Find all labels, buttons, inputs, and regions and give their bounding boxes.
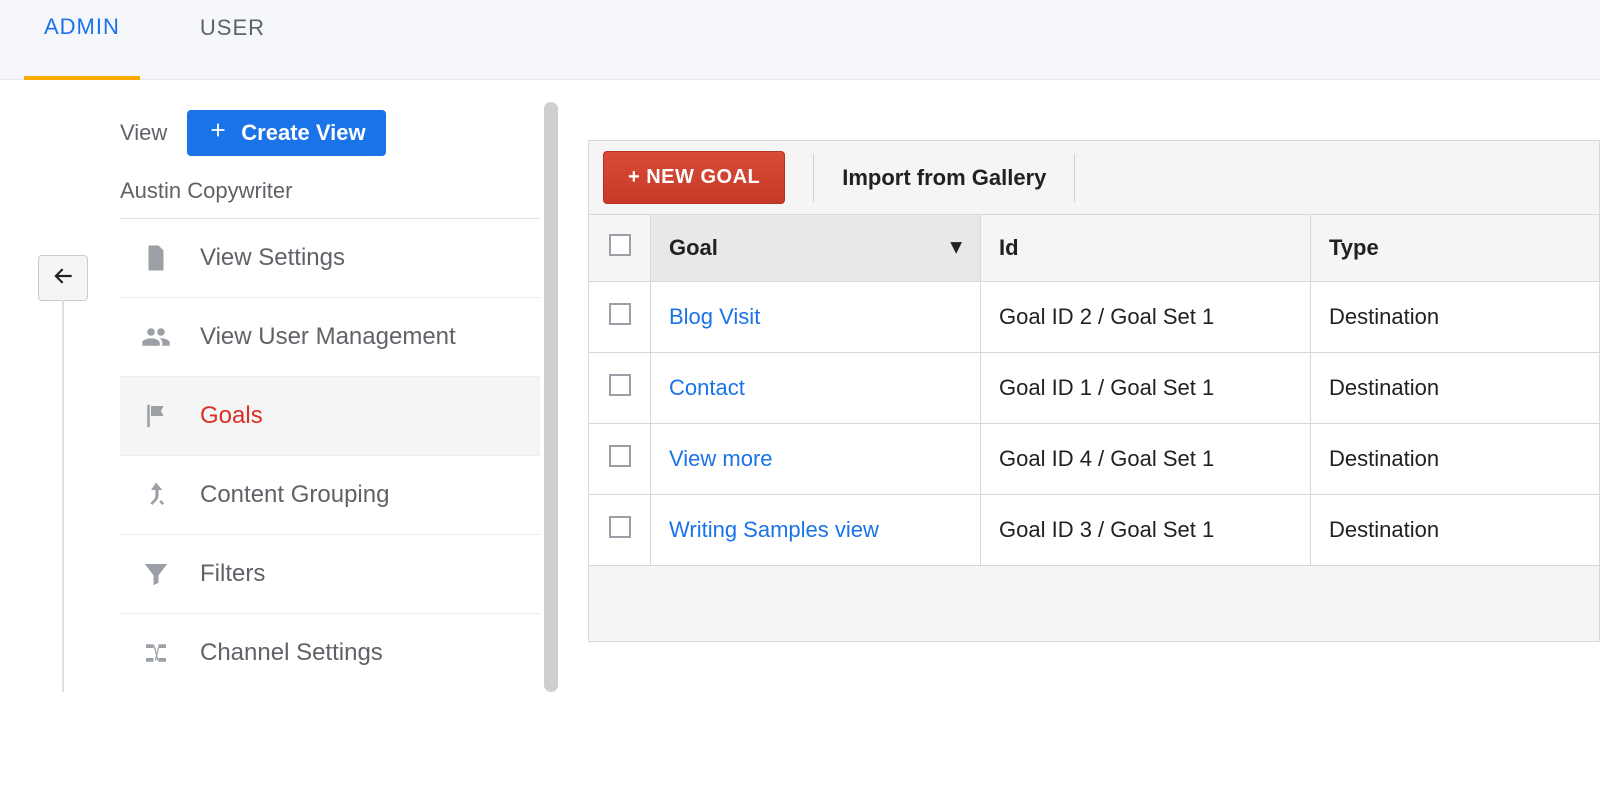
table-row: Blog Visit Goal ID 2 / Goal Set 1Destinat… [589,282,1600,353]
tab-admin[interactable]: ADMIN [24,0,140,80]
row-goal-cell: Blog Visit [651,282,981,353]
back-button[interactable] [38,255,88,301]
row-id-cell: Goal ID 4 / Goal Set 1 [981,424,1311,495]
goal-link[interactable]: Writing Samples view [669,517,879,542]
layout: View Create View Austin Copywriter View … [0,80,1600,692]
row-checkbox[interactable] [609,445,631,467]
sidebar-item-label: View User Management [200,323,456,351]
tab-user[interactable]: USER [180,0,285,79]
sidebar-item-filters[interactable]: Filters [120,535,540,614]
row-checkbox[interactable] [609,516,631,538]
view-row: View Create View [120,110,540,156]
sidebar-nav: View Settings View User Management Goals… [120,219,540,692]
sidebar-item-label: Channel Settings [200,639,383,667]
row-checkbox[interactable] [609,303,631,325]
sidebar-item-goals[interactable]: Goals [120,377,540,456]
sidebar-item-view-settings[interactable]: View Settings [120,219,540,298]
main-content: + NEW GOAL Import from Gallery Goal ▼ Id… [564,80,1600,692]
row-goal-cell: Writing Samples view [651,495,981,566]
table-row: View more Goal ID 4 / Goal Set 1Destinati… [589,424,1600,495]
row-type-cell: Destination [1311,353,1600,424]
scroll-thumb[interactable] [544,102,558,692]
sidebar-item-label: Content Grouping [200,481,389,509]
row-select-cell [589,353,651,424]
goal-link[interactable]: Contact [669,375,745,400]
row-id-cell: Goal ID 1 / Goal Set 1 [981,353,1311,424]
row-id-cell: Goal ID 3 / Goal Set 1 [981,495,1311,566]
page-icon [136,241,176,275]
table-row: Writing Samples view Goal ID 3 / Goal Set… [589,495,1600,566]
row-type-cell: Destination [1311,424,1600,495]
row-type-cell: Destination [1311,282,1600,353]
funnel-icon [136,557,176,591]
header-id[interactable]: Id [981,215,1311,282]
header-goal[interactable]: Goal ▼ [651,215,981,282]
plus-icon [207,119,229,147]
row-id-cell: Goal ID 2 / Goal Set 1 [981,282,1311,353]
goals-table: Goal ▼ Id Type Blog Visit Goal ID 2 / Goa… [588,214,1600,566]
new-goal-button[interactable]: + NEW GOAL [603,151,785,204]
goal-link[interactable]: View more [669,446,773,471]
sidebar-item-channel-settings[interactable]: Channel Settings [120,614,540,692]
top-nav: ADMIN USER [0,0,1600,80]
sidebar: View Create View Austin Copywriter View … [100,80,540,692]
vertical-line [62,300,64,692]
row-checkbox[interactable] [609,374,631,396]
separator [813,154,814,202]
separator [1074,154,1075,202]
header-type[interactable]: Type [1311,215,1600,282]
sidebar-item-label: Filters [200,560,265,588]
goals-toolbar: + NEW GOAL Import from Gallery [588,140,1600,214]
create-view-button[interactable]: Create View [187,110,385,156]
sort-desc-icon: ▼ [946,237,966,260]
users-icon [136,320,176,354]
sidebar-item-content-grouping[interactable]: Content Grouping [120,456,540,535]
import-from-gallery-link[interactable]: Import from Gallery [842,165,1046,191]
row-select-cell [589,282,651,353]
sidebar-item-label: View Settings [200,244,345,272]
row-select-cell [589,495,651,566]
scroll-divider[interactable] [540,80,564,692]
table-header-row: Goal ▼ Id Type [589,215,1600,282]
select-all-cell [589,215,651,282]
select-all-checkbox[interactable] [609,234,631,256]
create-view-label: Create View [241,120,365,146]
back-rail [0,80,100,692]
view-label: View [120,120,167,146]
flag-icon [136,399,176,433]
merge-icon [136,478,176,512]
sidebar-item-label: Goals [200,402,263,430]
row-goal-cell: View more [651,424,981,495]
row-goal-cell: Contact [651,353,981,424]
table-row: Contact Goal ID 1 / Goal Set 1Destination [589,353,1600,424]
table-footer [588,566,1600,642]
channels-icon [136,636,176,670]
header-goal-label: Goal [669,235,718,260]
row-type-cell: Destination [1311,495,1600,566]
goal-link[interactable]: Blog Visit [669,304,760,329]
view-subtitle: Austin Copywriter [120,156,540,219]
sidebar-item-user-management[interactable]: View User Management [120,298,540,377]
row-select-cell [589,424,651,495]
arrow-left-icon [50,263,76,294]
